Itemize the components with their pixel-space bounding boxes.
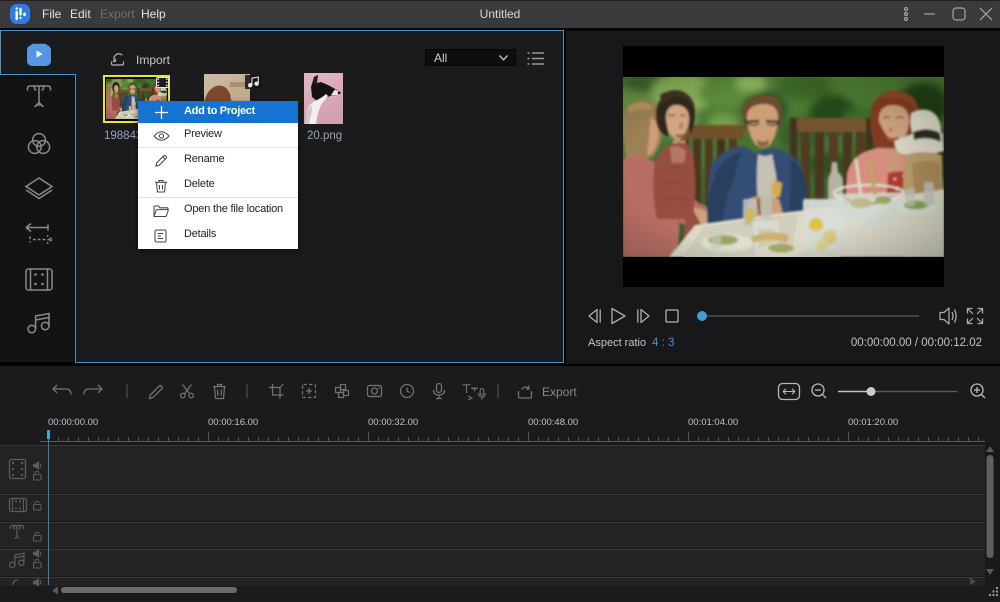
svg-text:Export: Export: [542, 385, 577, 399]
